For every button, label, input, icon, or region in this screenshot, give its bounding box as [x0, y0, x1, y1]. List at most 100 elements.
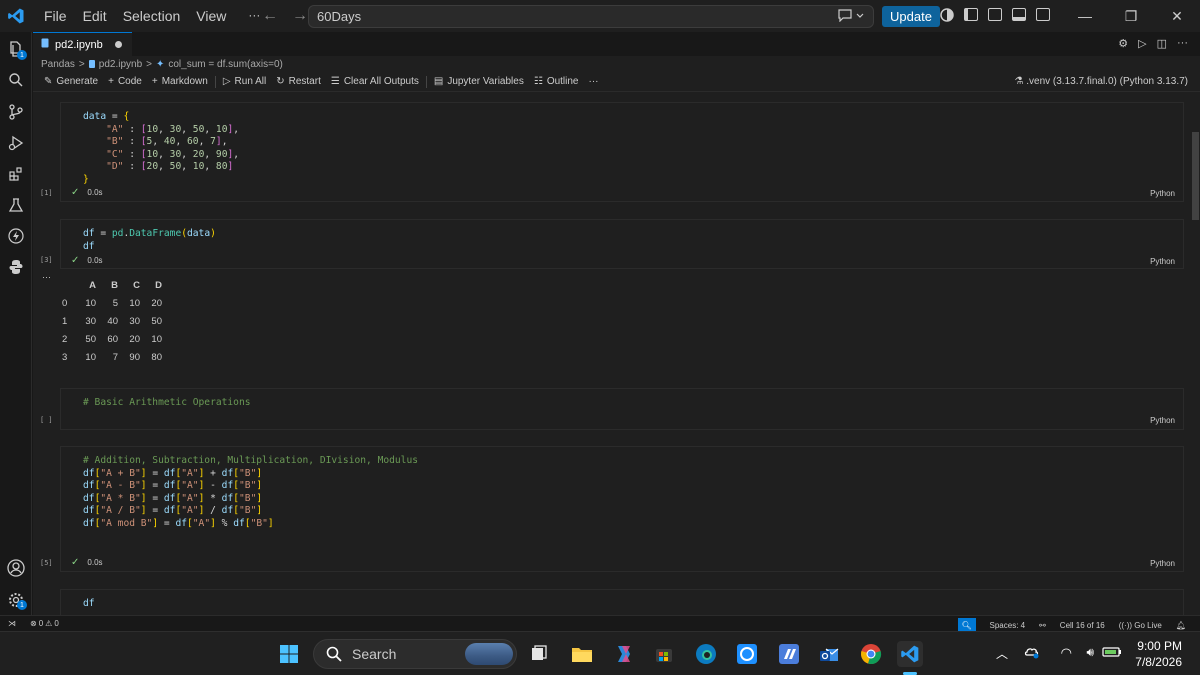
taskbar-search[interactable]: Search: [313, 639, 517, 669]
chat-icon[interactable]: [837, 8, 865, 25]
indentation-status[interactable]: Spaces: 4: [990, 621, 1026, 630]
run-all-button[interactable]: ▷ Run All: [218, 76, 271, 87]
code-editor[interactable]: data = { "A" : [10, 30, 50, 10], "B" : […: [83, 111, 239, 187]
menu-file[interactable]: File: [36, 8, 75, 24]
jupyter-variables-button[interactable]: ▤ Jupyter Variables: [429, 76, 529, 87]
table-index-cell: 0: [62, 297, 68, 309]
code-editor[interactable]: # Basic Arithmetic Operations: [83, 397, 251, 410]
explorer-icon[interactable]: 1: [6, 39, 27, 60]
restart-button[interactable]: ↻ Restart: [271, 76, 326, 87]
code-cell[interactable]: data = { "A" : [10, 30, 50, 10], "B" : […: [40, 102, 1184, 202]
menu-selection[interactable]: Selection: [115, 8, 189, 24]
customize-layout-icon[interactable]: [964, 8, 978, 21]
success-check-icon: ✓: [71, 557, 80, 568]
breadcrumb-symbol[interactable]: col_sum = df.sum(axis=0): [168, 59, 283, 70]
table-cell: 90: [129, 351, 140, 363]
search-highlight-image[interactable]: [465, 643, 513, 665]
back-arrow-icon[interactable]: ←: [262, 7, 278, 25]
toolbar-more-button[interactable]: ···: [584, 76, 604, 87]
menu-edit[interactable]: Edit: [75, 8, 115, 24]
generate-button[interactable]: ✎ Generate: [39, 76, 103, 87]
scrollbar-thumb[interactable]: [1192, 132, 1199, 220]
breadcrumb-folder[interactable]: Pandas: [41, 59, 75, 70]
clear-outputs-button[interactable]: ☰ Clear All Outputs: [326, 76, 424, 87]
windows-taskbar: Search ︿ ◠ 🔊︎ 9:00 PM 7/8/2026: [0, 631, 1200, 675]
code-editor[interactable]: df: [83, 598, 95, 611]
settings-gear-icon[interactable]: 1: [6, 590, 27, 610]
run-icon[interactable]: ▷: [1138, 37, 1146, 50]
table-column-header: B: [111, 279, 118, 291]
toggle-primary-sidebar-icon[interactable]: [988, 8, 1002, 21]
visual-studio-icon[interactable]: [776, 641, 802, 667]
microsoft-store-icon[interactable]: [651, 641, 677, 667]
outlook-icon[interactable]: [816, 641, 842, 667]
cell-language[interactable]: Python: [1150, 559, 1175, 568]
menu-view[interactable]: View: [188, 8, 234, 24]
code-cell[interactable]: df: [60, 589, 1184, 615]
split-editor-icon[interactable]: ◫: [1157, 37, 1167, 50]
account-icon[interactable]: [6, 558, 26, 578]
search-icon[interactable]: [6, 70, 26, 90]
onedrive-icon[interactable]: [1024, 645, 1040, 662]
chevron-up-icon[interactable]: ︿: [996, 645, 1008, 662]
task-view-icon[interactable]: [526, 641, 552, 667]
wifi-icon[interactable]: ◠: [1061, 645, 1072, 661]
code-cell[interactable]: # Basic Arithmetic Operations [ ] Python: [40, 388, 1184, 430]
battery-icon[interactable]: [1102, 646, 1122, 661]
breadcrumb-file[interactable]: pd2.ipynb: [99, 59, 142, 70]
testing-icon[interactable]: [6, 195, 26, 215]
run-debug-icon[interactable]: [6, 133, 26, 153]
clock[interactable]: 9:00 PM 7/8/2026: [1135, 638, 1182, 670]
add-code-button[interactable]: + Code: [103, 76, 147, 87]
unsaved-dot-icon[interactable]: [114, 41, 122, 48]
code-editor[interactable]: df = pd.DataFrame(data) df: [83, 228, 216, 253]
cell-language[interactable]: Python: [1150, 257, 1175, 266]
restore-icon[interactable]: ❐: [1108, 0, 1154, 32]
update-button[interactable]: Update: [882, 6, 940, 27]
accounts-icon[interactable]: [940, 8, 954, 25]
kernel-picker[interactable]: ⚗ .venv (3.13.7.final.0) (Python 3.13.7): [1014, 76, 1188, 87]
notifications-icon[interactable]: 🔔︎: [1176, 621, 1186, 630]
execution-count: [3]: [40, 256, 53, 264]
problems-indicator[interactable]: ⊗ 0 ⚠ 0: [30, 619, 59, 628]
minimize-icon[interactable]: —: [1062, 0, 1108, 32]
cell-position[interactable]: Cell 16 of 16: [1060, 621, 1105, 630]
cell-language[interactable]: Python: [1150, 416, 1175, 425]
copilot-icon[interactable]: [611, 641, 637, 667]
cell-language[interactable]: Python: [1150, 189, 1175, 198]
toggle-panel-icon[interactable]: [1012, 8, 1026, 21]
code-cell[interactable]: # Addition, Subtraction, Multiplication,…: [40, 446, 1184, 572]
python-icon[interactable]: [6, 257, 26, 277]
add-markdown-button[interactable]: + Markdown: [147, 76, 213, 87]
output-more-button[interactable]: ···: [42, 272, 51, 282]
code-editor[interactable]: # Addition, Subtraction, Multiplication,…: [83, 455, 418, 531]
volume-icon[interactable]: 🔊︎: [1086, 645, 1094, 660]
windows-start-icon[interactable]: [276, 641, 302, 667]
vertical-scrollbar[interactable]: [1190, 100, 1200, 612]
forward-arrow-icon[interactable]: →: [292, 7, 308, 25]
settings-icon[interactable]: ⚙: [1118, 37, 1128, 50]
command-center[interactable]: 60Days: [308, 5, 874, 28]
more-actions-icon[interactable]: ···: [1177, 37, 1188, 50]
lightning-icon[interactable]: [6, 226, 26, 246]
toggle-secondary-sidebar-icon[interactable]: [1036, 8, 1050, 21]
table-cell: 50: [85, 333, 96, 345]
source-control-icon[interactable]: [6, 102, 26, 122]
outline-button[interactable]: ☷ Outline: [529, 76, 584, 87]
remote-icon[interactable]: ⋊: [0, 616, 24, 632]
table-cell: 10: [151, 333, 162, 345]
notebook-kernel-icon[interactable]: ⚯: [1039, 621, 1046, 630]
chrome-icon[interactable]: [858, 641, 884, 667]
search-icon: [326, 646, 342, 662]
extensions-icon[interactable]: [6, 164, 26, 184]
table-cell: 10: [85, 297, 96, 309]
tab-pd2-notebook[interactable]: pd2.ipynb: [33, 32, 132, 56]
vscode-taskbar-icon[interactable]: [897, 641, 923, 667]
file-explorer-icon[interactable]: [569, 641, 595, 667]
go-live-button[interactable]: ((·)) Go Live: [1119, 621, 1162, 630]
code-cell[interactable]: df = pd.DataFrame(data) df [3] ✓ 0.0s Pyt…: [40, 219, 1184, 269]
close-icon[interactable]: ✕: [1154, 0, 1200, 32]
edge-browser-icon[interactable]: [693, 641, 719, 667]
cortana-icon[interactable]: [734, 641, 760, 667]
table-cell: 7: [112, 351, 118, 363]
